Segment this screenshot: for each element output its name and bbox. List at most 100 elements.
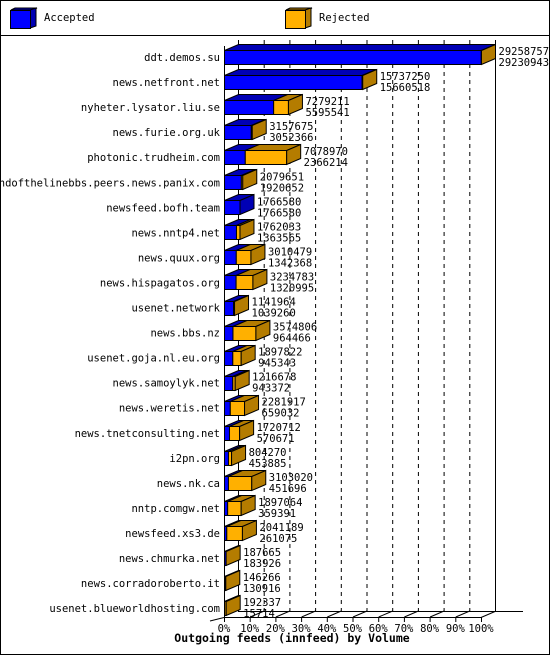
bar-chart: ddt.demos.su news.netfront.net nyheter.lys… [0, 40, 549, 645]
value-label-accepted: 15660518 [380, 82, 431, 94]
bar-accepted [224, 175, 242, 190]
value-label-accepted: 5595541 [305, 107, 349, 119]
bar-accepted [224, 401, 231, 416]
bar-rejected [232, 351, 242, 366]
chart-title: Outgoing feeds (innfeed) by Volume [174, 631, 409, 645]
value-label-accepted: 1342368 [268, 257, 312, 269]
bar-accepted [224, 200, 241, 215]
bar-group-1 [224, 68, 378, 91]
value-label-accepted: 943372 [252, 383, 290, 395]
bar-accepted [224, 426, 231, 441]
bar-rejected [226, 526, 243, 541]
bar-group-6 [224, 193, 255, 216]
bar-accepted [224, 125, 252, 140]
value-label-accepted: 359391 [258, 508, 296, 520]
value-label-accepted: 1363565 [257, 232, 301, 244]
bar-group-11 [224, 319, 271, 342]
category-label: usenet.blueworldhosting.com [49, 603, 220, 615]
value-label-accepted: 3052366 [269, 132, 313, 144]
bar-group-18 [224, 494, 256, 517]
value-label-accepted: 1766580 [257, 207, 301, 219]
bar-accepted [224, 225, 237, 240]
category-label: nyheter.lysator.liu.se [81, 102, 220, 114]
bar-group-3 [224, 118, 267, 141]
value-label-accepted: 29230943 [499, 57, 550, 69]
bar-rejected [229, 401, 246, 416]
bar-group-9 [224, 268, 268, 291]
x-tick-label: 90% [446, 623, 466, 635]
bar-accepted [224, 250, 237, 265]
legend-rejected-swatch [285, 7, 313, 29]
bar-accepted [224, 75, 363, 90]
bar-accepted-top [224, 69, 377, 76]
category-label: usenet.goja.nl.eu.org [87, 353, 220, 365]
x-tick-label: 80% [420, 623, 440, 635]
bar-rejected [229, 426, 241, 441]
category-label: news.chmurka.net [119, 553, 220, 565]
category-label: news.hispagatos.org [100, 277, 220, 289]
bar-group-0 [224, 43, 496, 66]
value-label-accepted: 2366214 [304, 157, 348, 169]
legend-accepted-swatch [10, 7, 38, 29]
bar-accepted [224, 451, 229, 466]
legend-accepted-label: Accepted [44, 12, 95, 24]
floor-front-right-line [480, 611, 496, 618]
bar-group-14 [224, 394, 260, 417]
bar-accepted [224, 326, 234, 341]
bar-accepted [224, 351, 234, 366]
category-label: photonic.trudheim.com [87, 152, 220, 164]
value-labels: 2925875729230943157372501566051872792115… [243, 46, 549, 620]
category-label: endofthelinebbs.peers.news.panix.com [0, 177, 220, 189]
bar-side [225, 594, 241, 617]
category-labels: ddt.demos.su news.netfront.net nyheter.lys… [0, 52, 221, 615]
bar-group-5 [224, 168, 258, 191]
legend-rejected-label: Rejected [319, 12, 370, 24]
bar-accepted [224, 301, 235, 316]
bar-group-19 [224, 519, 257, 542]
value-label-accepted: 1039260 [252, 308, 296, 320]
value-label-accepted: 1320995 [270, 282, 314, 294]
bar-accepted [224, 275, 237, 290]
category-label: newsfeed.xs3.de [125, 528, 220, 540]
category-label: news.quux.org [138, 252, 220, 264]
category-label: news.corradoroberto.it [81, 578, 220, 590]
x-tick-label: 100% [468, 623, 494, 635]
category-label: usenet.network [131, 303, 220, 315]
bar-rejected [235, 250, 252, 265]
bar-group-13 [224, 369, 250, 392]
category-label: news.nk.ca [157, 478, 220, 490]
category-label: news.nntp4.net [131, 227, 220, 239]
bar-group-22 [224, 594, 241, 617]
category-label: news.netfront.net [113, 77, 220, 89]
bar-group-12 [224, 344, 256, 367]
bar-rejected [273, 100, 289, 115]
bar-accepted [224, 100, 275, 115]
value-label-accepted: 183926 [243, 558, 281, 570]
category-label: i2pn.org [169, 453, 220, 465]
category-label: news.samoylyk.net [113, 378, 220, 390]
bar-group-7 [224, 218, 255, 241]
value-label-accepted: 15714 [243, 608, 275, 620]
bar-side [225, 569, 241, 592]
value-label-accepted: 451696 [269, 483, 307, 495]
category-label: news.weretis.net [119, 403, 220, 415]
bar-accepted [224, 50, 482, 65]
bar-group-16 [224, 444, 247, 467]
category-label: news.tnetconsulting.net [75, 428, 220, 440]
floor-front-left-line [209, 617, 225, 622]
bar-group-21 [224, 569, 241, 592]
value-label-accepted: 964466 [273, 333, 311, 345]
value-label-accepted: 130916 [243, 583, 281, 595]
category-label: news.furie.org.uk [113, 127, 221, 139]
category-label: ddt.demos.su [144, 52, 220, 64]
bar-rejected [232, 326, 257, 341]
value-label-accepted: 570671 [257, 433, 295, 445]
bar-rejected [235, 275, 254, 290]
bar-group-17 [224, 469, 267, 492]
bar-group-2 [224, 93, 303, 116]
category-label: nntp.comgw.net [131, 503, 220, 515]
bar-accepted [224, 376, 234, 391]
bar-rejected [227, 476, 253, 491]
value-label-accepted: 659032 [262, 408, 300, 420]
bar-rejected [235, 225, 241, 240]
